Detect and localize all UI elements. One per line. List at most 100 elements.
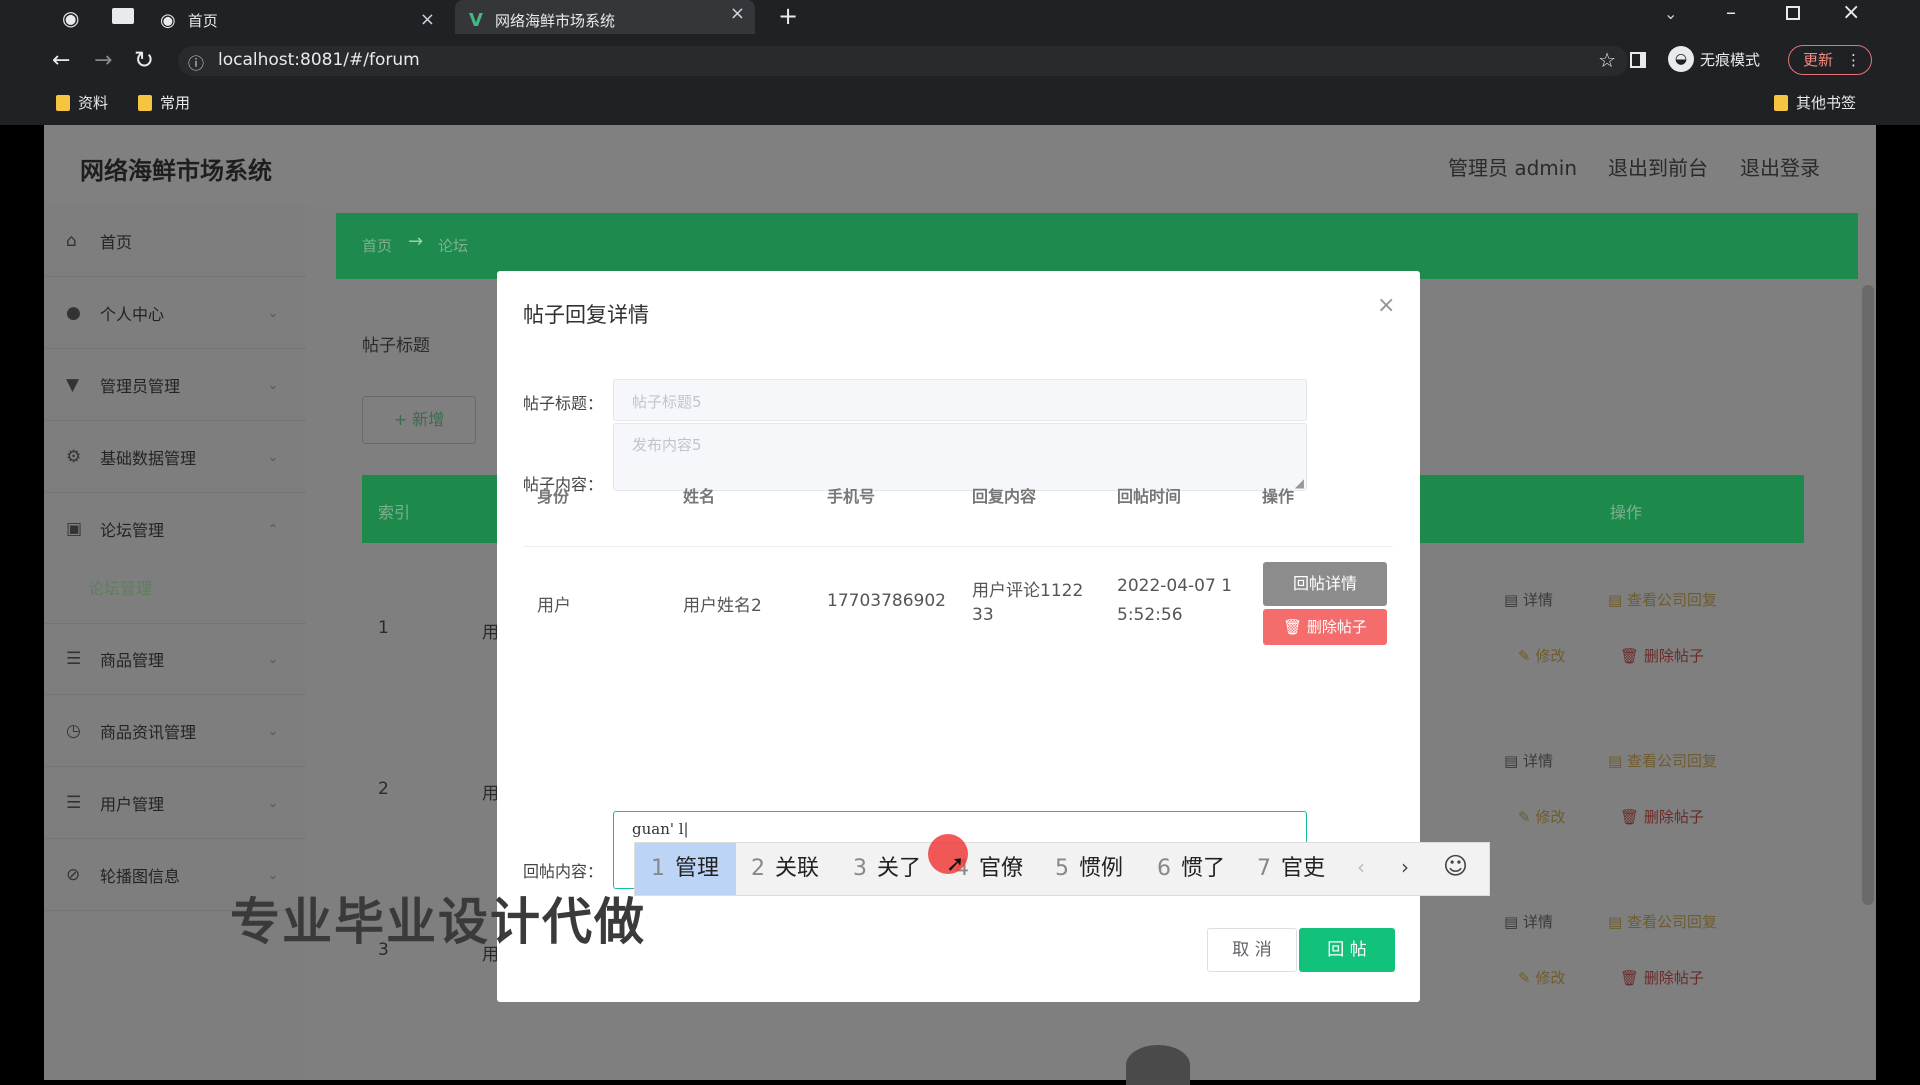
sidebar-item-forum[interactable]: ▣ 论坛管理 ⌃ [44, 493, 306, 565]
breadcrumb-home[interactable]: 首页 [362, 235, 392, 256]
sidebar-item-goods-news[interactable]: ◷ 商品资讯管理 ⌄ [44, 695, 306, 767]
edit-label: 修改 [1535, 969, 1566, 987]
close-icon[interactable]: × [730, 3, 745, 24]
dialog-title: 帖子回复详情 [523, 303, 649, 327]
ime-prev-icon[interactable]: ‹ [1357, 855, 1365, 879]
delete-link[interactable]: 🗑 删除帖子 [1620, 967, 1704, 988]
menu-icon: ☰ [66, 792, 82, 813]
tab-home[interactable]: ◉ 首页 × [160, 6, 445, 34]
ime-candidate[interactable]: 5 惯例 [1055, 843, 1123, 895]
logout-link[interactable]: 退出登录 [1740, 152, 1820, 181]
delete-post-button[interactable]: 🗑 删除帖子 [1263, 609, 1387, 645]
edit-link[interactable]: ✎ 修改 [1518, 967, 1565, 988]
post-title-input[interactable]: 帖子标题5 [613, 379, 1307, 421]
update-label: 更新 [1803, 51, 1834, 69]
incognito-label: 无痕模式 [1700, 50, 1761, 69]
detail-label: 详情 [1522, 752, 1553, 770]
globe-icon: ◉ [160, 9, 176, 31]
sidebar-item-personal[interactable]: ● 个人中心 ⌄ [44, 277, 306, 349]
view-reply-link[interactable]: ▤ 查看公司回复 [1608, 911, 1717, 932]
bookmark-other[interactable]: 其他书签 [1774, 92, 1856, 113]
folder-icon [138, 94, 152, 111]
add-button[interactable]: + 新增 [362, 396, 476, 444]
ime-next-icon[interactable]: › [1401, 855, 1409, 879]
app-header: 网络海鲜市场系统 管理员 admin 退出到前台 退出登录 [44, 125, 1876, 205]
chevron-down-icon: ⌄ [267, 723, 278, 738]
sidebar-item-users[interactable]: ☰ 用户管理 ⌄ [44, 767, 306, 839]
chevron-down-icon: ⌄ [267, 377, 278, 392]
globe-icon[interactable]: ◉ [62, 6, 79, 30]
tab-seafood-system[interactable]: V 网络海鲜市场系统 × [455, 0, 755, 34]
th-identity: 身份 [537, 487, 570, 506]
forward-icon[interactable]: → [94, 48, 112, 73]
delete-link[interactable]: 🗑 删除帖子 [1620, 806, 1704, 827]
view-reply-link[interactable]: ▤ 查看公司回复 [1608, 589, 1717, 610]
sidebar-item-goods[interactable]: ☰ 商品管理 ⌄ [44, 623, 306, 695]
back-icon[interactable]: ← [52, 48, 70, 73]
tab-title: 网络海鲜市场系统 [494, 11, 615, 30]
candidate-word: 官僚 [979, 856, 1024, 881]
sidebar-item-admin[interactable]: ▼ 管理员管理 ⌄ [44, 349, 306, 421]
delete-link[interactable]: 🗑 删除帖子 [1620, 645, 1704, 666]
browser-chrome: ◉ ◉ 首页 × V 网络海鲜市场系统 × + ⌄ – × ← → ↻ ⓘ lo… [0, 0, 1920, 125]
tab-list-icon[interactable]: ⌄ [1664, 4, 1677, 23]
bookmark-folder-changyong[interactable]: 常用 [138, 92, 190, 113]
edit-link[interactable]: ✎ 修改 [1518, 645, 1565, 666]
reply-content-label: 回帖内容： [523, 862, 604, 881]
back-to-front-link[interactable]: 退出到前台 [1608, 152, 1708, 181]
restore-icon[interactable] [1786, 6, 1800, 20]
avatar [1126, 1045, 1190, 1085]
detail-link[interactable]: ▤ 详情 [1504, 589, 1553, 610]
close-icon[interactable]: × [420, 9, 435, 30]
sidebar-item-home[interactable]: ⌂ 首页 [44, 205, 306, 277]
view-reply-link[interactable]: ▤ 查看公司回复 [1608, 750, 1717, 771]
vue-logo-icon: V [469, 9, 483, 31]
sidebar-item-label: 商品资讯管理 [100, 722, 197, 742]
sidepanel-icon[interactable] [1630, 52, 1646, 68]
sidebar-subitem-forum[interactable]: 论坛管理 [88, 575, 152, 599]
ime-candidate[interactable]: 1 管理 [635, 843, 736, 895]
edit-link[interactable]: ✎ 修改 [1518, 806, 1565, 827]
ime-candidate[interactable]: 7 官吏 [1257, 843, 1325, 895]
more-icon: ⋮ [1846, 51, 1861, 69]
bookmark-folder-ziliao[interactable]: 资料 [56, 92, 108, 113]
delete-label: 删除帖子 [1643, 647, 1704, 665]
tab-search-icon[interactable] [112, 8, 134, 24]
detail-link[interactable]: ▤ 详情 [1504, 750, 1553, 771]
emoji-icon[interactable]: ☺ [1443, 852, 1468, 880]
address-bar[interactable]: ⓘ localhost:8081/#/forum ☆ [178, 46, 1628, 76]
sidebar-item-label: 用户管理 [100, 794, 165, 814]
minimize-icon[interactable]: – [1726, 0, 1736, 24]
sidebar-item-basic-data[interactable]: ⚙ 基础数据管理 ⌄ [44, 421, 306, 493]
detail-link[interactable]: ▤ 详情 [1504, 911, 1553, 932]
cancel-button[interactable]: 取 消 [1207, 928, 1297, 972]
mouse-pointer-icon: ➚ [946, 852, 965, 877]
breadcrumb-current: 论坛 [438, 237, 469, 255]
cell-content: 用户评论1122 [972, 581, 1084, 601]
update-button[interactable]: 更新 ⋮ [1788, 45, 1872, 75]
scrollbar[interactable] [1862, 285, 1874, 905]
ime-candidate[interactable]: 2 关联 [751, 843, 819, 895]
star-icon[interactable]: ☆ [1598, 48, 1616, 72]
system-title: 网络海鲜市场系统 [80, 157, 272, 185]
sidebar-item-label: 管理员管理 [100, 376, 181, 396]
new-tab-button[interactable]: + [778, 2, 798, 30]
resize-handle-icon[interactable]: ◢ [1295, 476, 1304, 490]
close-icon[interactable]: × [1377, 293, 1395, 318]
cell-time: 2022-04-07 1 [1117, 576, 1233, 596]
breadcrumb: 首页 → 论坛 [336, 213, 1858, 279]
post-content-textarea[interactable]: 发布内容5 ◢ [613, 423, 1307, 491]
th-name: 姓名 [683, 487, 716, 506]
reply-detail-button[interactable]: 回帖详情 [1263, 562, 1387, 606]
cell-phone: 17703786902 [827, 591, 946, 611]
reload-icon[interactable]: ↻ [134, 46, 154, 74]
detail-label: 详情 [1522, 591, 1553, 609]
menu-icon: ☰ [66, 649, 82, 669]
folder-icon [56, 94, 70, 111]
submit-reply-button[interactable]: 回 帖 [1299, 928, 1395, 972]
incognito-indicator[interactable]: ◒ 无痕模式 [1668, 46, 1760, 72]
ime-candidate[interactable]: 6 惯了 [1157, 843, 1225, 895]
close-window-icon[interactable]: × [1842, 0, 1860, 25]
ime-candidate[interactable]: 3 关了 [853, 843, 921, 895]
info-icon[interactable]: ⓘ [188, 50, 204, 74]
